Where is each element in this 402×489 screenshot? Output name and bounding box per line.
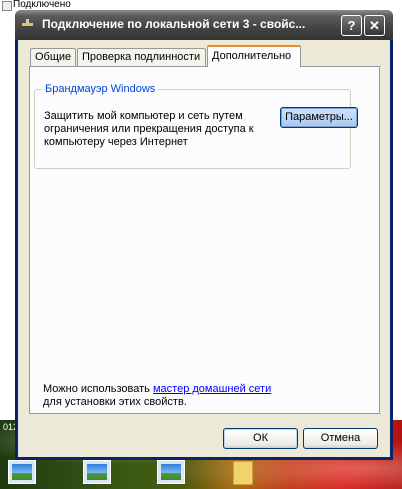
- network-icon: [2, 1, 12, 11]
- wizard-hint-line2: для установки этих свойств.: [43, 396, 187, 408]
- image-file-icon[interactable]: [83, 460, 111, 484]
- properties-dialog: Подключение по локальной сети 3 - свойс.…: [15, 10, 393, 460]
- home-network-wizard-link[interactable]: мастер домашней сети: [153, 383, 271, 395]
- firewall-group-title: Брандмауэр Windows: [42, 83, 159, 95]
- wizard-hint-prefix: Можно использовать: [43, 383, 153, 395]
- background-status-label: Подключено: [13, 0, 71, 10]
- tab-general[interactable]: Общие: [30, 48, 76, 66]
- folder-icon[interactable]: [233, 461, 253, 485]
- image-file-icon[interactable]: [8, 460, 36, 484]
- help-button[interactable]: ?: [341, 15, 362, 36]
- wizard-hint-line1: Можно использовать мастер домашней сети: [43, 383, 271, 395]
- firewall-description: Защитить мой компьютер и сеть путем огра…: [44, 110, 254, 148]
- title-bar[interactable]: Подключение по локальной сети 3 - свойс.…: [15, 10, 393, 40]
- dialog-client-area: Общие Проверка подлинности Дополнительно…: [18, 40, 390, 457]
- firewall-settings-button[interactable]: Параметры...: [280, 107, 358, 128]
- tab-authentication[interactable]: Проверка подлинности: [77, 48, 206, 66]
- network-connection-icon: [21, 18, 35, 30]
- ok-button[interactable]: ОК: [223, 428, 298, 449]
- image-file-icon[interactable]: [157, 460, 185, 484]
- dialog-title: Подключение по локальной сети 3 - свойс.…: [42, 17, 306, 31]
- tab-advanced[interactable]: Дополнительно: [207, 45, 301, 67]
- close-button[interactable]: ✕: [364, 15, 385, 36]
- cancel-button[interactable]: Отмена: [303, 428, 378, 449]
